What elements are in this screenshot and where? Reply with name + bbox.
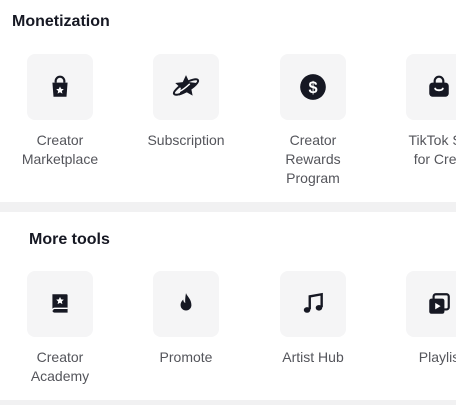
svg-text:$: $	[308, 79, 317, 97]
music-note-icon	[280, 271, 346, 337]
subscription-label: Subscription	[147, 132, 225, 148]
creator-academy-tile[interactable]: Creator Academy	[0, 271, 120, 386]
book-star-icon	[27, 271, 93, 337]
creator-marketplace-label: Creator Marketplace	[21, 132, 99, 167]
flame-icon	[153, 271, 219, 337]
tiktok-shop-tile[interactable]: TikTok Sh for Crea	[379, 54, 456, 169]
promote-label: Promote	[159, 349, 213, 365]
monetization-title: Monetization	[12, 13, 110, 30]
shop-bag-icon	[406, 54, 456, 120]
creator-rewards-program-label: Creator Rewards Program	[285, 132, 341, 186]
playlist-icon	[406, 271, 456, 337]
more-tools-title: More tools	[29, 231, 110, 248]
promote-tile[interactable]: Promote	[126, 271, 246, 367]
dollar-coin-icon: $	[280, 54, 346, 120]
artist-hub-label: Artist Hub	[282, 349, 344, 365]
artist-hub-tile[interactable]: Artist Hub	[253, 271, 373, 367]
star-planet-icon	[153, 54, 219, 120]
playlist-label: Playlis	[418, 349, 456, 365]
tiktok-shop-label: TikTok Sh for Crea	[408, 132, 456, 167]
subscription-tile[interactable]: Subscription	[126, 54, 246, 150]
shopping-bag-star-icon	[27, 54, 93, 120]
monetization-section: Monetization Creator Marketplace Subscri…	[0, 0, 456, 202]
creator-rewards-program-tile[interactable]: $ Creator Rewards Program	[253, 54, 373, 188]
creator-marketplace-tile[interactable]: Creator Marketplace	[0, 54, 120, 169]
creator-academy-label: Creator Academy	[30, 349, 90, 384]
playlist-tile[interactable]: Playlis	[379, 271, 456, 367]
more-tools-section: More tools Creator Academy Promote Artis…	[0, 212, 456, 400]
